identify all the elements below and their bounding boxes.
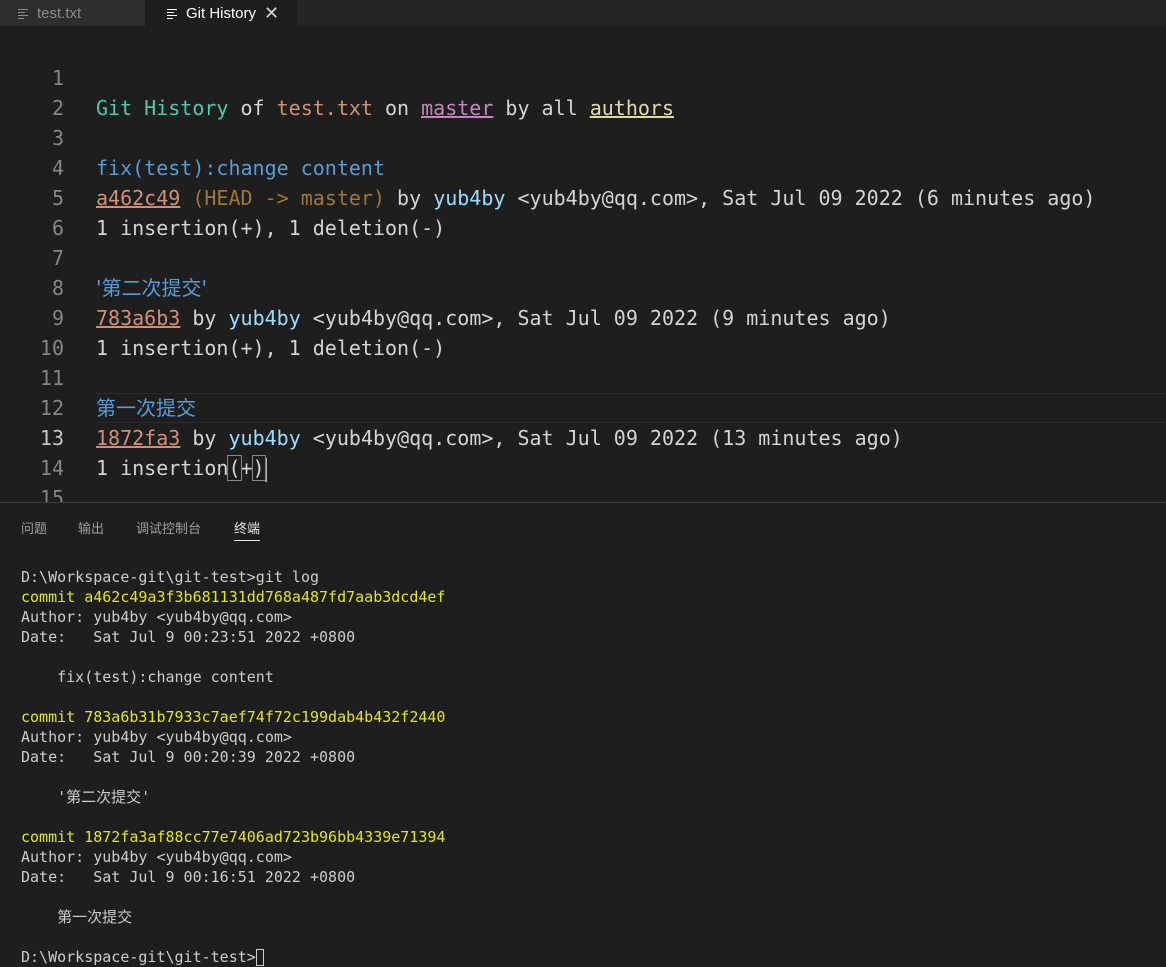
editor-line: 7 '第二次提交' <box>0 213 1166 300</box>
terminal-date-line: Date: Sat Jul 9 00:20:39 2022 +0800 <box>21 748 356 766</box>
terminal-prompt: D:\Workspace-git\git-test> <box>21 947 445 967</box>
editor-line: 6 <box>0 183 1166 240</box>
terminal-blank <box>21 887 445 907</box>
panel-tab-bar: 问题 输出 调试控制台 终端 <box>0 503 1166 543</box>
tab-debug-console[interactable]: 调试控制台 <box>136 518 201 540</box>
tab-problems[interactable]: 问题 <box>21 518 47 540</box>
terminal-author-line: Author: yub4by <yub4by@qq.com> <box>21 728 292 746</box>
editor-line: 10 <box>0 303 1166 360</box>
terminal-date-line: Date: Sat Jul 9 00:23:51 2022 +0800 <box>21 628 356 646</box>
terminal-blank <box>21 647 445 667</box>
tab-output[interactable]: 输出 <box>78 518 104 540</box>
terminal-blank <box>21 687 445 707</box>
editor-line: 1 Git History of test.txt on master by a… <box>0 33 1166 120</box>
editor-tab-bar: test.txt Git History ✕ <box>0 0 1166 26</box>
terminal-blank <box>21 927 445 947</box>
editor-line: 2 <box>0 63 1166 120</box>
terminal-commit-line: commit 1872fa3af88cc77e7406ad723b96bb433… <box>21 828 446 846</box>
file-lines-icon <box>18 8 28 19</box>
editor-line: 12 1872fa3 by yub4by <yub4by@qq.com>, Sa… <box>0 363 1166 450</box>
terminal-message-line: 第一次提交 <box>21 908 133 926</box>
terminal-blank <box>21 807 445 827</box>
tab-git-history[interactable]: Git History ✕ <box>145 0 297 26</box>
editor-area[interactable]: 1 Git History of test.txt on master by a… <box>0 33 1166 510</box>
editor-line: 14 <box>0 423 1166 480</box>
tab-test-txt[interactable]: test.txt <box>0 0 145 26</box>
prompt-text: D:\Workspace-git\git-test> <box>21 948 256 966</box>
terminal-commit-line: commit a462c49a3f3b681131dd768a487fd7aab… <box>21 588 446 606</box>
file-lines-icon <box>167 8 177 19</box>
terminal-date-line: Date: Sat Jul 9 00:16:51 2022 +0800 <box>21 868 356 886</box>
terminal-blank <box>21 767 445 787</box>
terminal-cursor <box>255 949 264 966</box>
editor-line: 5 1 insertion(+), 1 deletion(-) <box>0 153 1166 240</box>
editor-line: 9 1 insertion(+), 1 deletion(-) <box>0 273 1166 360</box>
editor-line: 3 fix(test):change content <box>0 93 1166 180</box>
terminal-commit-line: commit 783a6b31b7933c7aef74f72c199dab4b4… <box>21 708 446 726</box>
terminal[interactable]: D:\Workspace-git\git-test>git log commit… <box>21 567 445 967</box>
editor-line: 8 783a6b3 by yub4by <yub4by@qq.com>, Sat… <box>0 243 1166 330</box>
tab-label: test.txt <box>37 4 82 22</box>
tab-terminal[interactable]: 终端 <box>234 518 261 541</box>
editor-line: 11 第一次提交 <box>0 333 1166 420</box>
tab-label: Git History <box>186 4 257 22</box>
close-icon[interactable]: ✕ <box>264 4 279 22</box>
editor-line: 15 <box>0 453 1166 510</box>
terminal-message-line: '第二次提交' <box>21 788 151 806</box>
editor-line: 4 a462c49 (HEAD -> master) by yub4by <yu… <box>0 123 1166 210</box>
bottom-panel: 问题 输出 调试控制台 终端 D:\Workspace-git\git-test… <box>0 502 1166 966</box>
editor-line-current: 13 1 insertion(+) <box>0 393 1166 482</box>
terminal-author-line: Author: yub4by <yub4by@qq.com> <box>21 848 292 866</box>
terminal-prompt: D:\Workspace-git\git-test>git log <box>21 568 320 586</box>
terminal-message-line: fix(test):change content <box>21 668 274 686</box>
terminal-author-line: Author: yub4by <yub4by@qq.com> <box>21 608 292 626</box>
